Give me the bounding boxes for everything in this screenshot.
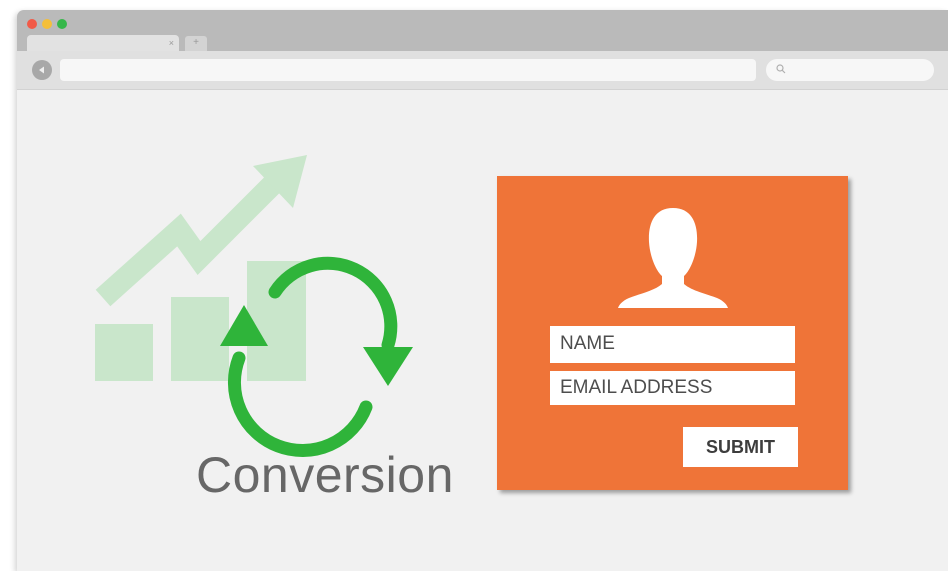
signup-form-card: NAME EMAIL ADDRESS SUBMIT [497, 176, 848, 490]
cycle-arrowhead-down [363, 347, 413, 386]
email-field[interactable]: EMAIL ADDRESS [550, 371, 795, 405]
submit-button[interactable]: SUBMIT [683, 427, 798, 467]
conversion-label: Conversion [196, 447, 454, 503]
growth-chart-icon [95, 155, 307, 381]
browser-window: × + Conversion NAME EMAIL ADDRESS SUBMIT [17, 10, 948, 571]
user-silhouette-icon [618, 208, 728, 308]
name-field[interactable]: NAME [550, 326, 795, 363]
